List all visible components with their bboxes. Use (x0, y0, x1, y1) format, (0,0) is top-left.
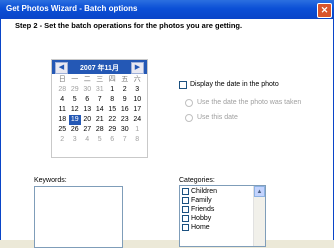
calendar-day[interactable]: 22 (106, 115, 119, 125)
calendar-day[interactable]: 21 (94, 115, 107, 125)
calendar-day[interactable]: 28 (94, 125, 107, 135)
weekday-label: 日 (58, 76, 66, 83)
category-checkbox[interactable] (182, 197, 189, 204)
category-checkbox[interactable] (182, 224, 189, 231)
calendar-day[interactable]: 1 (106, 85, 119, 95)
use-this-date-radio[interactable] (185, 114, 193, 122)
calendar-weekday-row: 日 一 二 三 四 五 六 (56, 75, 144, 85)
calendar-day[interactable]: 5 (94, 135, 107, 145)
step-heading: Step 2 - Set the batch operations for th… (15, 21, 243, 30)
calendar-day[interactable]: 8 (131, 135, 144, 145)
use-taken-date-radio[interactable] (185, 99, 193, 107)
calendar-day[interactable]: 1 (131, 125, 144, 135)
calendar-day[interactable]: 4 (56, 95, 69, 105)
categories-scrollbar[interactable]: ▲ (253, 186, 265, 246)
category-item[interactable]: Home (182, 223, 210, 232)
calendar-header: ◀ 2007 年11月 ▶ (52, 60, 147, 74)
use-taken-date-label: Use the date the photo was taken (197, 99, 302, 106)
category-checkbox[interactable] (182, 188, 189, 195)
calendar-day[interactable]: 26 (69, 125, 82, 135)
calendar-week-row: 25 26 27 28 29 30 1 (56, 125, 144, 135)
calendar-day[interactable]: 3 (69, 135, 82, 145)
calendar-week-row: 11 12 13 14 15 16 17 (56, 105, 144, 115)
category-checkbox[interactable] (182, 215, 189, 222)
calendar-day[interactable]: 27 (81, 125, 94, 135)
use-this-date-label: Use this date (197, 114, 238, 121)
close-icon: ✕ (320, 5, 329, 15)
calendar-day[interactable]: 24 (131, 115, 144, 125)
calendar-day[interactable]: 6 (81, 95, 94, 105)
category-label: Hobby (191, 215, 212, 222)
display-date-checkbox[interactable] (179, 81, 187, 89)
calendar-day[interactable]: 5 (69, 95, 82, 105)
calendar-day[interactable]: 13 (81, 105, 94, 115)
calendar-day[interactable]: 12 (69, 105, 82, 115)
category-label: Family (191, 197, 212, 204)
close-button[interactable]: ✕ (317, 3, 332, 18)
calendar-week-row: 18 19 20 21 22 23 24 (56, 115, 144, 125)
chevron-right-icon: ▶ (134, 64, 141, 71)
keywords-input[interactable] (34, 186, 123, 248)
display-date-label: Display the date in the photo (190, 81, 279, 88)
category-label: Friends (191, 206, 215, 213)
next-month-button[interactable]: ▶ (131, 62, 144, 74)
calendar-day[interactable]: 30 (81, 85, 94, 95)
calendar-day[interactable]: 20 (81, 115, 94, 125)
calendar-day[interactable]: 16 (119, 105, 132, 115)
category-item[interactable]: Children (182, 187, 217, 196)
calendar-day[interactable]: 28 (56, 85, 69, 95)
chevron-up-icon: ▲ (256, 189, 263, 195)
calendar-week-row: 2 3 4 5 6 7 8 (56, 135, 144, 145)
calendar-day[interactable]: 7 (94, 95, 107, 105)
weekday-label: 六 (133, 76, 141, 83)
calendar-day[interactable]: 9 (119, 95, 132, 105)
calendar-day[interactable]: 29 (106, 125, 119, 135)
calendar-day[interactable]: 10 (131, 95, 144, 105)
weekday-label: 二 (83, 76, 91, 83)
calendar-day[interactable]: 2 (56, 135, 69, 145)
calendar-day[interactable]: 6 (106, 135, 119, 145)
calendar-day[interactable]: 4 (81, 135, 94, 145)
calendar-week-row: 4 5 6 7 8 9 10 (56, 95, 144, 105)
keywords-label: Keywords: (34, 177, 67, 184)
weekday-label: 一 (71, 76, 79, 83)
weekday-label: 四 (108, 76, 116, 83)
calendar-day[interactable]: 3 (131, 85, 144, 95)
calendar-week-row: 28 29 30 31 1 2 3 (56, 85, 144, 95)
calendar-grid: 日 一 二 三 四 五 六 28 29 30 31 1 2 3 4 5 6 7 … (56, 75, 144, 145)
category-label: Home (191, 224, 210, 231)
calendar-day[interactable]: 17 (131, 105, 144, 115)
calendar-day[interactable]: 30 (119, 125, 132, 135)
calendar-day-selected[interactable]: 19 (68, 115, 81, 125)
categories-label: Categories: (179, 177, 215, 184)
category-label: Children (191, 188, 218, 195)
calendar-day[interactable]: 23 (119, 115, 132, 125)
category-item[interactable]: Friends (182, 205, 214, 214)
calendar-day[interactable]: 15 (106, 105, 119, 115)
calendar-day[interactable]: 31 (94, 85, 107, 95)
weekday-label: 三 (96, 76, 104, 83)
calendar-day[interactable]: 25 (56, 125, 69, 135)
category-item[interactable]: Hobby (182, 214, 211, 223)
calendar-day[interactable]: 29 (69, 85, 82, 95)
calendar-day[interactable]: 2 (119, 85, 132, 95)
category-item[interactable]: Family (182, 196, 212, 205)
calendar-day[interactable]: 18 (56, 115, 69, 125)
weekday-label: 五 (121, 76, 129, 83)
calendar-day[interactable]: 11 (56, 105, 69, 115)
title-bar: Get Photos Wizard - Batch options ✕ (0, 0, 334, 19)
categories-list[interactable]: Children Family Friends Hobby Home ▲ (179, 185, 266, 247)
calendar-day[interactable]: 8 (106, 95, 119, 105)
calendar-day[interactable]: 7 (119, 135, 132, 145)
calendar-day[interactable]: 14 (94, 105, 107, 115)
scroll-up-button[interactable]: ▲ (254, 186, 265, 197)
category-checkbox[interactable] (182, 206, 189, 213)
date-calendar[interactable]: ◀ 2007 年11月 ▶ 日 一 二 三 四 五 六 28 29 30 31 … (51, 59, 148, 158)
window-title: Get Photos Wizard - Batch options (6, 4, 138, 13)
